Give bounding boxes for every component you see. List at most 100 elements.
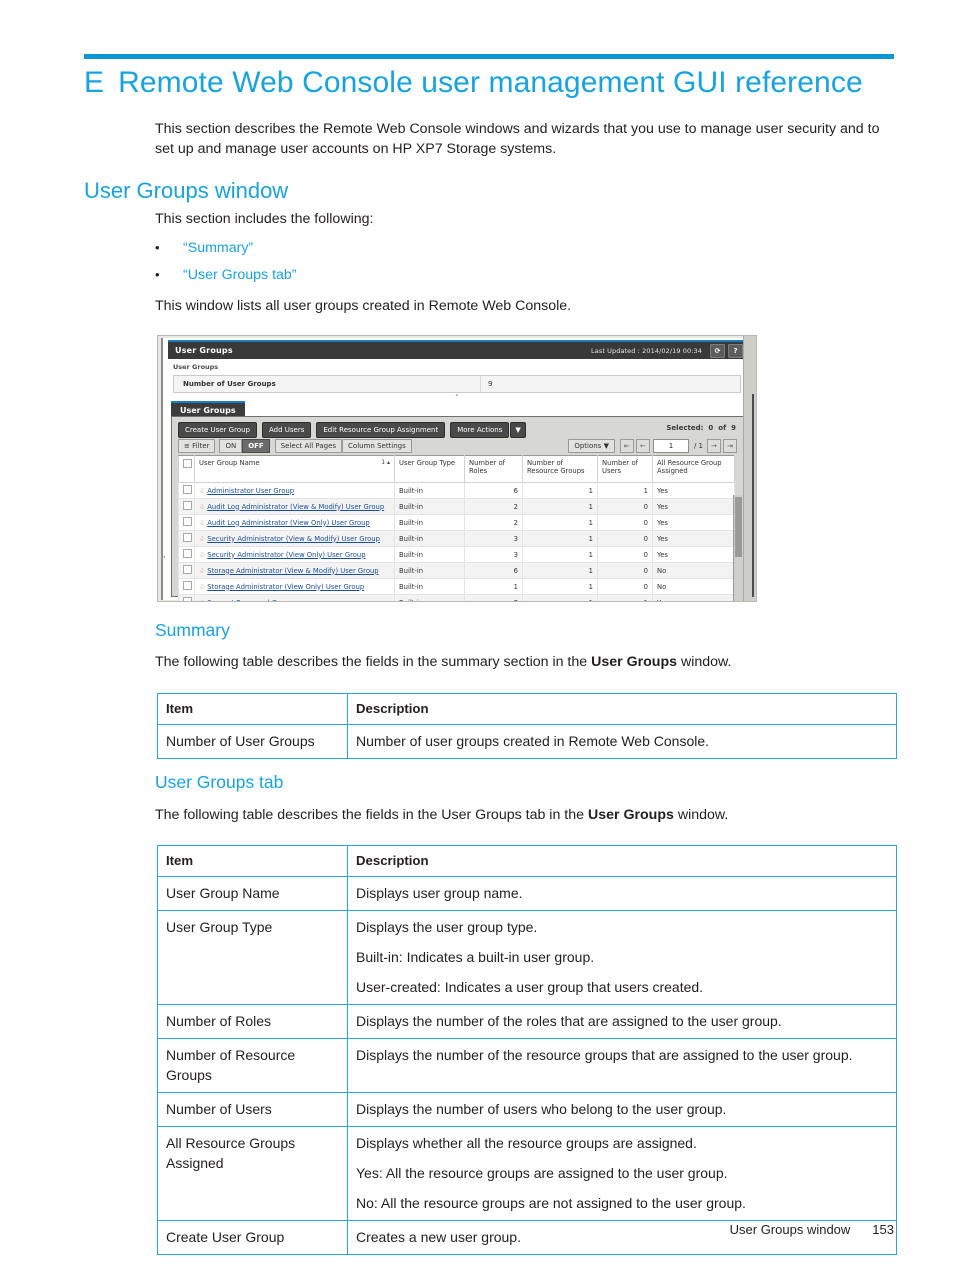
page-footer: User Groups window 153 xyxy=(0,1222,954,1237)
table-row[interactable]: ♤ Storage Administrator (View Only) User … xyxy=(178,578,735,595)
column-header-description: Description xyxy=(347,845,897,877)
cell-user-group-name[interactable]: ♤ Administrator User Group xyxy=(194,482,395,499)
table-vertical-scrollbar[interactable] xyxy=(733,495,743,601)
description-line: Displays the number of the resource grou… xyxy=(356,1047,853,1063)
table-row[interactable]: ♤ Audit Log Administrator (View Only) Use… xyxy=(178,514,735,531)
row-checkbox-cell[interactable] xyxy=(178,578,195,595)
chevron-down-icon: ▼ xyxy=(603,442,609,450)
column-header-user-group-type[interactable]: User Group Type xyxy=(394,455,465,483)
user-group-link[interactable]: Audit Log Administrator (View Only) User… xyxy=(207,519,369,527)
row-checkbox-cell[interactable] xyxy=(178,482,195,499)
row-checkbox-cell[interactable] xyxy=(178,530,195,547)
first-page-icon[interactable]: ⇤ xyxy=(619,439,634,453)
row-checkbox-cell[interactable] xyxy=(178,562,195,579)
cell-user-group-name[interactable]: ♤ Security Administrator (View Only) User… xyxy=(194,546,395,563)
cell-user-group-name[interactable]: ♤ Security Administrator (View & Modify) … xyxy=(194,530,395,547)
last-updated-label: Last Updated : 2014/02/19 00:34 xyxy=(591,346,702,355)
page-number-input[interactable]: 1 xyxy=(652,439,689,453)
cell-number-of-users: 1 xyxy=(597,594,653,601)
column-settings-button[interactable]: Column Settings xyxy=(342,439,412,453)
checkbox-icon[interactable] xyxy=(183,485,192,494)
cell-number-of-users: 0 xyxy=(597,530,653,547)
row-checkbox-cell[interactable] xyxy=(178,546,195,563)
lead-text-1: The following table describes the fields… xyxy=(155,654,592,670)
filter-on-toggle[interactable]: ON xyxy=(219,439,243,453)
options-button[interactable]: Options ▼ xyxy=(568,439,615,453)
row-checkbox-cell[interactable] xyxy=(178,594,195,601)
row-checkbox-cell[interactable] xyxy=(178,514,195,531)
cell-number-of-resource-groups: 1 xyxy=(522,578,598,595)
help-icon[interactable]: ? xyxy=(728,343,743,358)
table-row[interactable]: ♤ Security Administrator (View & Modify) … xyxy=(178,530,735,547)
column-header-number-of-roles[interactable]: Number of Roles xyxy=(464,455,523,483)
checkbox-icon[interactable] xyxy=(183,501,192,510)
summary-lead-paragraph: The following table describes the fields… xyxy=(155,653,731,672)
user-group-link[interactable]: Audit Log Administrator (View & Modify) … xyxy=(207,503,384,511)
user-group-link[interactable]: Storage Administrator (View Only) User G… xyxy=(207,583,364,591)
page-total-label: / 1 xyxy=(693,442,703,450)
select-all-pages-button[interactable]: Select All Pages xyxy=(274,439,343,453)
cell-user-group-type: Built-in xyxy=(394,546,465,563)
previous-page-icon[interactable]: ← xyxy=(635,439,650,453)
last-page-icon[interactable]: ⇥ xyxy=(723,439,737,453)
table-row[interactable]: ♤ Storage Administrator (View & Modify) U… xyxy=(178,562,735,579)
tab-user-groups[interactable]: User Groups xyxy=(171,401,245,417)
cross-reference-link[interactable]: “Summary” xyxy=(183,240,253,256)
cell-description: Number of user groups created in Remote … xyxy=(347,724,897,759)
table-row[interactable]: ♤ Administrator User Group Built-in 6 1 1… xyxy=(178,482,735,499)
next-page-icon[interactable]: → xyxy=(707,439,721,453)
section-lists-note: This window lists all user groups create… xyxy=(155,298,572,314)
window-scroll-rail[interactable] xyxy=(743,336,756,601)
cell-description: Displays whether all the resource groups… xyxy=(347,1126,897,1221)
cell-item: All Resource Groups Assigned xyxy=(157,1126,348,1221)
user-group-link[interactable]: Support Personnel Group xyxy=(207,599,292,602)
checkbox-icon[interactable] xyxy=(183,597,192,601)
checkbox-icon[interactable] xyxy=(183,533,192,542)
cell-user-group-name[interactable]: ♤ Storage Administrator (View & Modify) U… xyxy=(194,562,395,579)
table-row[interactable]: ♤Support Personnel Group Built-in 7 1 1 … xyxy=(178,594,735,602)
checkbox-icon[interactable] xyxy=(183,565,192,574)
column-header-number-of-resource-groups[interactable]: Number of Resource Groups xyxy=(522,455,598,483)
checkbox-icon[interactable] xyxy=(183,517,192,526)
edit-resource-group-assignment-button[interactable]: Edit Resource Group Assignment xyxy=(316,422,446,438)
description-line: Displays user group name. xyxy=(356,885,523,901)
row-checkbox-cell[interactable] xyxy=(178,498,195,515)
summary-field-label: Number of User Groups xyxy=(183,380,276,388)
cell-number-of-resource-groups: 1 xyxy=(522,514,598,531)
table-row: All Resource Groups Assigned Displays wh… xyxy=(157,1126,897,1221)
cross-reference-link[interactable]: “User Groups tab” xyxy=(183,267,297,283)
table-row[interactable]: ♤ Audit Log Administrator (View & Modify)… xyxy=(178,498,735,515)
scrollbar-thumb[interactable] xyxy=(735,497,742,557)
checkbox-icon[interactable] xyxy=(183,549,192,558)
cell-user-group-name[interactable]: ♤Support Personnel Group xyxy=(194,594,395,602)
filter-toolbar: ≡ Filter ON OFF Select All Pages Column … xyxy=(178,439,412,453)
page-number: 153 xyxy=(872,1222,894,1237)
user-group-link[interactable]: Storage Administrator (View & Modify) Us… xyxy=(207,567,378,575)
cell-user-group-name[interactable]: ♤ Audit Log Administrator (View & Modify)… xyxy=(194,498,395,515)
add-users-button[interactable]: Add Users xyxy=(261,422,312,438)
column-header-all-resource-group-assigned[interactable]: All Resource Group Assigned xyxy=(652,455,735,483)
column-header-user-group-name[interactable]: User Group Name 1 ▴ xyxy=(194,455,395,483)
select-all-checkbox-header[interactable] xyxy=(178,455,195,483)
filter-off-toggle[interactable]: OFF xyxy=(242,439,270,453)
cell-user-group-name[interactable]: ♤ Storage Administrator (View Only) User … xyxy=(194,578,395,595)
table-row[interactable]: ♤ Security Administrator (View Only) User… xyxy=(178,546,735,563)
refresh-icon[interactable]: ⟳ xyxy=(710,343,725,358)
checkbox-icon[interactable] xyxy=(183,581,192,590)
filter-button[interactable]: ≡ Filter xyxy=(178,439,216,453)
cell-user-group-type: Built-in xyxy=(394,482,465,499)
user-group-link[interactable]: Security Administrator (View Only) User … xyxy=(207,551,365,559)
scroll-rail-thumb[interactable] xyxy=(752,394,754,597)
chevron-down-icon[interactable]: ▼ xyxy=(510,422,526,438)
create-user-group-button[interactable]: Create User Group xyxy=(178,422,257,438)
column-header-number-of-users[interactable]: Number of Users xyxy=(597,455,653,483)
cell-item: Number of Roles xyxy=(157,1004,348,1039)
checkbox-icon[interactable] xyxy=(183,459,192,468)
tab-lead-paragraph: The following table describes the fields… xyxy=(155,806,728,825)
panel-collapse-handle[interactable]: ‹ xyxy=(163,553,166,561)
cell-user-group-name[interactable]: ♤ Audit Log Administrator (View Only) Use… xyxy=(194,514,395,531)
cell-number-of-roles: 3 xyxy=(464,546,523,563)
user-group-link[interactable]: Administrator User Group xyxy=(207,487,294,495)
user-group-link[interactable]: Security Administrator (View & Modify) U… xyxy=(207,535,380,543)
more-actions-button[interactable]: More Actions xyxy=(450,422,510,438)
